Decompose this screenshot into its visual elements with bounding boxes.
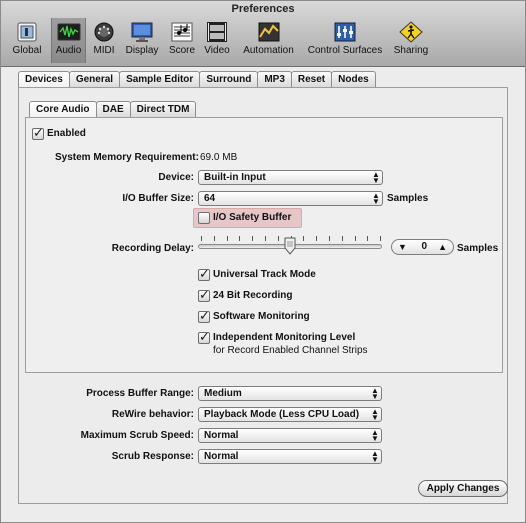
checkmark-icon: ✓ — [199, 266, 210, 281]
popup-arrows-icon: ▲ ▼ — [372, 170, 380, 185]
tab-mp3[interactable]: MP3 — [257, 71, 292, 88]
io-buffer-select[interactable]: 64 ▲ ▼ — [198, 191, 383, 206]
checkmark-icon: ✓ — [33, 125, 44, 140]
slider-tick — [213, 236, 215, 241]
software-monitoring-checkbox[interactable]: ✓ Software Monitoring — [198, 308, 348, 325]
popup-arrows-icon: ▲ ▼ — [371, 428, 379, 443]
process-buffer-label: Process Buffer Range: — [86, 388, 194, 399]
tab-reset[interactable]: Reset — [290, 71, 333, 88]
tab-sample-editor[interactable]: Sample Editor — [119, 71, 201, 88]
stepper-down-icon[interactable]: ▼ — [398, 242, 407, 252]
io-safety-buffer-checkbox[interactable]: I/O Safety Buffer — [198, 212, 298, 226]
toolbar-control-surfaces[interactable]: Control Surfaces — [304, 18, 386, 63]
video-icon — [207, 22, 227, 42]
global-icon — [17, 22, 37, 42]
control-surfaces-icon — [334, 22, 356, 42]
slider-tick — [329, 236, 330, 241]
window-title: Preferences — [231, 3, 295, 15]
scrub-speed-select[interactable]: Normal ▲ ▼ — [198, 428, 382, 443]
main-tab-bar: Devices General Sample Editor Surround M… — [18, 71, 376, 88]
checkmark-icon: ✓ — [199, 287, 210, 302]
toolbar-automation[interactable]: Automation — [236, 18, 301, 63]
tab-devices[interactable]: Devices — [18, 71, 70, 88]
tab-core-audio[interactable]: Core Audio — [29, 101, 97, 118]
rewire-label: ReWire behavior: — [111, 409, 194, 420]
slider-tick — [201, 236, 202, 241]
independent-monitoring-checkbox[interactable]: ✓ Independent Monitoring Level for Recor… — [198, 329, 398, 360]
tab-general[interactable]: General — [68, 71, 121, 88]
universal-track-mode-checkbox[interactable]: ✓ Universal Track Mode — [198, 266, 348, 283]
slider-tick — [252, 236, 254, 241]
title-bar: Preferences Global Audio MIDI Display Sc… — [1, 1, 525, 67]
slider-tick — [367, 236, 369, 241]
tab-nodes[interactable]: Nodes — [331, 71, 376, 88]
scrub-response-select[interactable]: Normal ▲ ▼ — [198, 449, 382, 464]
toolbar-sharing[interactable]: Sharing — [389, 18, 433, 63]
recording-delay-label: Recording Delay: — [111, 243, 194, 254]
tab-surround[interactable]: Surround — [199, 71, 259, 88]
midi-icon — [94, 22, 114, 42]
24-bit-recording-checkbox[interactable]: ✓ 24 Bit Recording — [198, 287, 348, 304]
recording-delay-stepper[interactable]: ▼ 0 ▲ — [391, 239, 454, 255]
popup-arrows-icon: ▲ ▼ — [372, 191, 380, 206]
checkmark-icon: ✓ — [199, 308, 210, 323]
automation-icon — [258, 22, 279, 42]
scrub-response-label: Scrub Response: — [111, 451, 194, 462]
slider-tick — [303, 236, 305, 241]
apply-changes-button[interactable]: Apply Changes — [418, 480, 508, 497]
checkmark-icon: ✓ — [199, 329, 210, 344]
memory-requirement-label: System Memory Requirement: — [55, 152, 199, 163]
rewire-select[interactable]: Playback Mode (Less CPU Load) ▲ ▼ — [198, 407, 382, 422]
driver-tab-bar: Core Audio DAE Direct TDM — [29, 101, 197, 118]
toolbar-audio[interactable]: Audio — [51, 18, 86, 63]
slider-thumb-icon[interactable] — [284, 237, 296, 255]
slider-tick — [354, 236, 356, 241]
io-buffer-label: I/O Buffer Size: — [122, 193, 194, 204]
slider-tick — [380, 236, 382, 241]
slider-tick — [239, 236, 241, 241]
slider-tick — [226, 236, 228, 241]
stepper-up-icon[interactable]: ▲ — [438, 242, 447, 252]
tab-direct-tdm[interactable]: Direct TDM — [129, 101, 197, 118]
slider-tick — [277, 236, 279, 241]
sharing-icon — [399, 21, 423, 43]
score-icon — [171, 22, 193, 42]
scrub-speed-label: Maximum Scrub Speed: — [80, 430, 194, 441]
popup-arrows-icon: ▲ ▼ — [371, 407, 379, 422]
recording-delay-unit: Samples — [457, 243, 499, 254]
toolbar-score[interactable]: Score — [166, 18, 198, 63]
slider-tick — [265, 236, 266, 241]
tab-dae[interactable]: DAE — [95, 101, 131, 118]
slider-tick — [316, 236, 318, 241]
toolbar-display[interactable]: Display — [121, 18, 163, 63]
toolbar-midi[interactable]: MIDI — [89, 18, 119, 63]
slider-tick — [341, 236, 343, 241]
toolbar-global[interactable]: Global — [7, 18, 47, 63]
enabled-checkbox[interactable]: ✓ Enabled — [32, 125, 112, 142]
device-select[interactable]: Built-in Input ▲ ▼ — [198, 170, 383, 185]
toolbar-video[interactable]: Video — [201, 18, 233, 63]
popup-arrows-icon: ▲ ▼ — [371, 386, 379, 401]
preferences-window: Preferences Global Audio MIDI Display Sc… — [0, 0, 526, 523]
memory-requirement-value: 69.0 MB — [200, 152, 238, 163]
popup-arrows-icon: ▲ ▼ — [371, 449, 379, 464]
process-buffer-select[interactable]: Medium ▲ ▼ — [198, 386, 382, 401]
io-buffer-unit: Samples — [387, 193, 429, 204]
device-label: Device: — [158, 172, 194, 183]
display-icon — [131, 22, 153, 42]
audio-icon — [57, 23, 80, 41]
